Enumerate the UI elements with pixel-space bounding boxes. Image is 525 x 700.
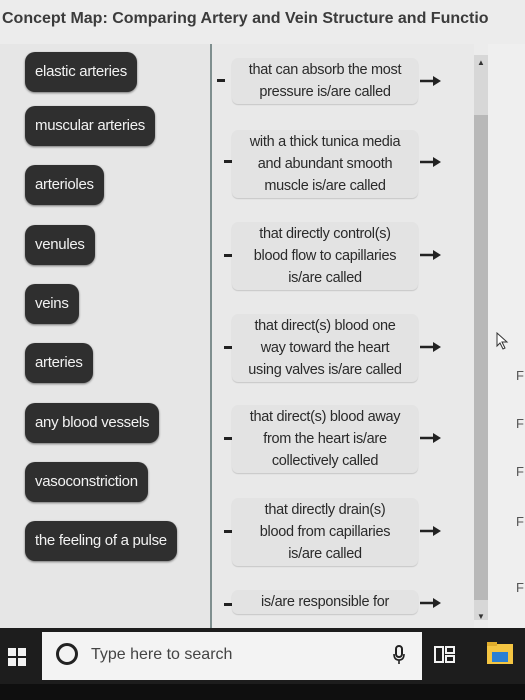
- drop-target-slot-6[interactable]: [224, 530, 232, 533]
- arrow-right-icon: [420, 598, 441, 608]
- phrase-line: that directly drain(s): [264, 502, 386, 518]
- edge-letter: F: [516, 514, 524, 529]
- phrase-box-6: that directly drain(s) blood from capill…: [232, 498, 418, 566]
- drop-target-slot-1[interactable]: [217, 79, 225, 82]
- phrase-line: collectively called: [271, 453, 379, 469]
- cortana-ring-icon: [56, 643, 78, 665]
- phrase-line: muscle is/are called: [264, 178, 386, 194]
- phrase-box-2: with a thick tunica media and abundant s…: [232, 130, 418, 198]
- phrase-line: using valves is/are called: [248, 362, 402, 378]
- scroll-down-icon[interactable]: ▼: [476, 612, 486, 622]
- term-tile-any-blood-vessels[interactable]: any blood vessels: [25, 403, 160, 443]
- arrow-right-icon: [420, 250, 441, 260]
- phrase-box-1: that can absorb the most pressure is/are…: [232, 58, 418, 104]
- arrow-right-icon: [420, 526, 441, 536]
- term-tile-venules[interactable]: venules: [25, 225, 95, 265]
- edge-letter: F: [516, 464, 524, 479]
- arrow-right-icon: [420, 342, 441, 352]
- microphone-icon[interactable]: [392, 645, 406, 665]
- phrase-line: blood from capillaries: [259, 524, 391, 540]
- edge-letter: F: [516, 416, 524, 431]
- concept-map-screen: Concept Map: Comparing Artery and Vein S…: [0, 0, 525, 628]
- phrase-box-3: that directly control(s) blood flow to c…: [232, 222, 418, 290]
- edge-letter: F: [516, 368, 524, 383]
- scroll-up-icon[interactable]: ▲: [476, 58, 486, 68]
- phrase-line: that directly control(s): [259, 226, 391, 242]
- file-explorer-icon[interactable]: [486, 640, 514, 666]
- phrase-box-4: that direct(s) blood one way toward the …: [232, 314, 418, 382]
- term-tile-veins[interactable]: veins: [25, 284, 79, 324]
- phrase-box-5: that direct(s) blood away from the heart…: [232, 405, 418, 473]
- phrase-line: from the heart is/are: [263, 431, 387, 447]
- term-tile-feeling-of-pulse[interactable]: the feeling of a pulse: [25, 521, 177, 561]
- phrase-line: is/are responsible for: [261, 594, 389, 610]
- term-tile-muscular-arteries[interactable]: muscular arteries: [25, 106, 155, 146]
- task-view-icon[interactable]: [434, 644, 456, 664]
- drop-target-slot-5[interactable]: [224, 437, 232, 440]
- phrase-line: that direct(s) blood one: [254, 318, 396, 334]
- phrase-box-7: is/are responsible for: [232, 590, 418, 614]
- phrase-line: is/are called: [288, 546, 362, 562]
- term-tile-vasoconstriction[interactable]: vasoconstriction: [25, 462, 148, 502]
- drop-target-slot-2[interactable]: [224, 160, 232, 163]
- mouse-pointer-icon: [496, 332, 509, 350]
- search-placeholder[interactable]: Type here to search: [91, 646, 232, 664]
- term-tile-elastic-arteries[interactable]: elastic arteries: [25, 52, 137, 92]
- phrase-line: with a thick tunica media: [249, 134, 401, 150]
- page-title: Concept Map: Comparing Artery and Vein S…: [2, 10, 489, 27]
- scrollbar-thumb[interactable]: [474, 115, 488, 600]
- screen-bezel: [0, 684, 525, 700]
- term-tile-arterioles[interactable]: arterioles: [25, 165, 104, 205]
- windows-logo-icon[interactable]: [8, 648, 26, 666]
- arrow-right-icon: [420, 433, 441, 443]
- arrow-right-icon: [420, 157, 441, 167]
- phrase-line: blood flow to capillaries: [253, 248, 397, 264]
- edge-letter: F: [516, 580, 524, 595]
- phrase-line: and abundant smooth: [257, 156, 393, 172]
- phrase-line: that can absorb the most: [248, 62, 402, 78]
- phrase-line: way toward the heart: [260, 340, 390, 356]
- drop-target-slot-3[interactable]: [224, 254, 232, 257]
- phrase-line: is/are called: [288, 270, 362, 286]
- phrase-line: pressure is/are called: [259, 84, 391, 100]
- drop-target-slot-7[interactable]: [224, 603, 232, 606]
- term-tile-arteries[interactable]: arteries: [25, 343, 93, 383]
- arrow-right-icon: [420, 76, 441, 86]
- drop-target-slot-4[interactable]: [224, 346, 232, 349]
- phrase-line: that direct(s) blood away: [249, 409, 401, 425]
